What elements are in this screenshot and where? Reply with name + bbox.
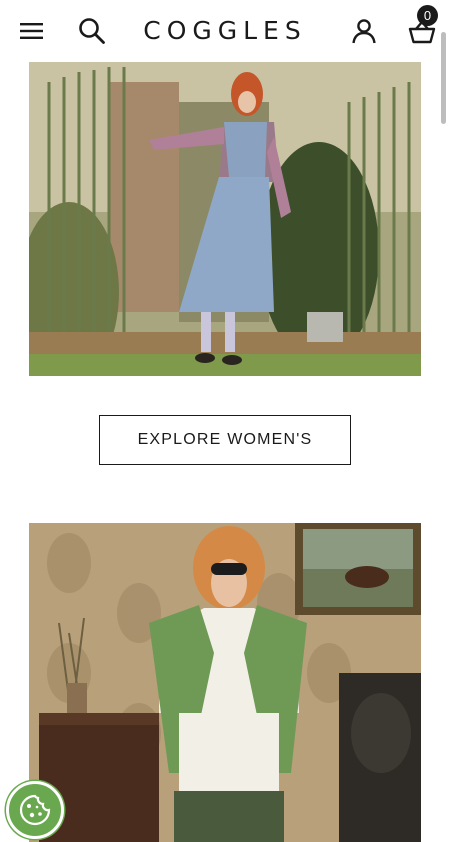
- basket-button[interactable]: 0: [402, 5, 442, 52]
- cookie-settings-button[interactable]: [6, 781, 64, 839]
- site-logo[interactable]: COGGLES: [0, 16, 450, 45]
- womens-hero-photo: [29, 62, 421, 376]
- scrollbar-thumb[interactable]: [441, 32, 446, 124]
- site-header: COGGLES 0: [0, 0, 450, 62]
- cookie-icon: [19, 794, 51, 826]
- account-icon: [352, 19, 376, 44]
- womens-hero-image[interactable]: [29, 62, 421, 376]
- basket-count-badge: 0: [417, 5, 438, 26]
- mens-hero-image[interactable]: [29, 523, 421, 842]
- explore-womens-button[interactable]: EXPLORE WOMEN'S: [99, 415, 351, 465]
- account-button[interactable]: [346, 13, 382, 49]
- mens-hero-photo: [29, 523, 421, 842]
